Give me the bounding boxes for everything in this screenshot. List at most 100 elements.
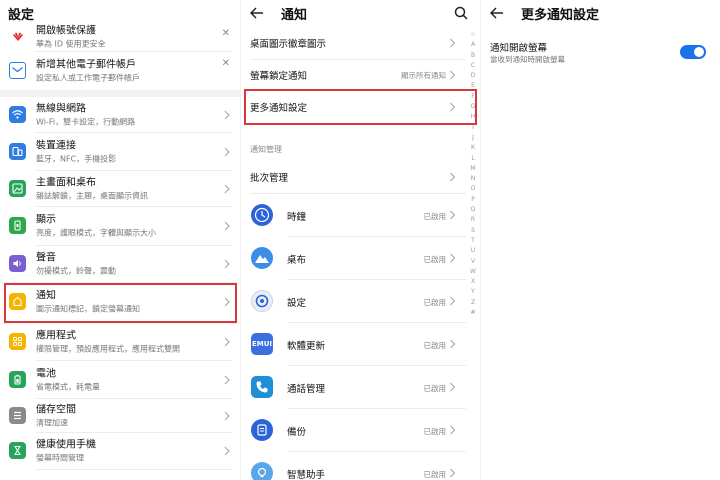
alphabet-index-letter[interactable]: C: [467, 61, 479, 71]
section-label: 通知管理: [250, 145, 282, 154]
settings-item-sub: 藍牙，NFC，手機投影: [36, 154, 117, 163]
settings-item-add-email[interactable]: 新增其他電子郵件帳戶 設定私人或工作電子郵件帳戶 ✕: [0, 52, 240, 90]
settings-item-device-connect[interactable]: 裝置連接 藍牙，NFC，手機投影: [0, 133, 240, 170]
chevron-right-icon: [224, 259, 230, 269]
settings-item-label: 無線與網路: [36, 103, 86, 114]
settings-item-label: 電池: [36, 368, 56, 379]
alphabet-index-letter[interactable]: Z: [467, 298, 479, 308]
settings-item-sub: 雜誌解鎖，主題，桌面顯示資訊: [36, 191, 148, 200]
close-icon[interactable]: ✕: [222, 58, 230, 69]
app-row-settings[interactable]: 設定 已啟用: [241, 280, 466, 323]
alphabet-index-letter[interactable]: M: [467, 164, 479, 174]
settings-item-huawei-account[interactable]: 開啟帳號保護 華為 ID 使用更安全 ✕: [0, 25, 240, 51]
page-title: 通知: [281, 7, 308, 23]
alphabet-index-letter[interactable]: I: [467, 123, 479, 133]
alphabet-index-letter[interactable]: N: [467, 174, 479, 184]
alphabet-index-letter[interactable]: O: [467, 184, 479, 194]
app-row-clock[interactable]: 時鐘 已啟用: [241, 194, 466, 237]
app-status: 已啟用: [423, 384, 447, 393]
battery-icon: [9, 371, 26, 388]
alphabet-index-letter[interactable]: H: [467, 112, 479, 122]
settings-item-sub: 華為 ID 使用更安全: [36, 39, 106, 48]
alphabet-index-letter[interactable]: E: [467, 81, 479, 91]
app-row-backup[interactable]: 備份 已啟用: [241, 409, 466, 452]
row-sub: 當收到通知時開啟螢幕: [490, 55, 565, 64]
settings-item-sub: 勿擾模式，鈴聲，震動: [36, 266, 116, 276]
app-status: 已啟用: [423, 341, 447, 350]
chevron-right-icon: [224, 147, 230, 156]
alphabet-index-letter[interactable]: ☆: [467, 30, 479, 40]
divider: [36, 469, 232, 470]
app-row-software-update[interactable]: EMUI 軟體更新 已啟用: [241, 323, 466, 366]
alphabet-index-letter[interactable]: W: [467, 267, 479, 277]
badge-icons-row[interactable]: 桌面圖示徽章圖示: [241, 28, 466, 58]
speaker-icon: [9, 255, 26, 272]
chevron-right-icon: [450, 38, 456, 48]
alphabet-index-letter[interactable]: G: [467, 102, 479, 112]
apps-grid-icon: [9, 333, 26, 350]
alphabet-index-letter[interactable]: X: [467, 277, 479, 287]
app-label: 時鐘: [287, 212, 307, 223]
lightbulb-icon: [251, 462, 273, 480]
settings-item-storage[interactable]: 儲存空間 清理加速: [0, 399, 240, 432]
app-status: 已啟用: [423, 298, 447, 307]
settings-item-home-wallpaper[interactable]: 主畫面和桌布 雜誌解鎖，主題，桌面顯示資訊: [0, 171, 240, 206]
alphabet-index-letter[interactable]: Y: [467, 287, 479, 297]
huawei-logo-icon: [9, 28, 26, 45]
alphabet-index-letter[interactable]: K: [467, 143, 479, 153]
settings-item-notifications[interactable]: 通知 圖示通知標記，鎖定螢幕通知: [0, 283, 240, 320]
close-icon[interactable]: ✕: [222, 28, 230, 39]
alphabet-index-letter[interactable]: Q: [467, 205, 479, 215]
settings-item-label: 通知: [36, 290, 56, 301]
alphabet-index-letter[interactable]: D: [467, 71, 479, 81]
back-arrow-icon[interactable]: [489, 5, 505, 21]
more-notification-settings-row[interactable]: 更多通知設定: [241, 92, 466, 122]
settings-item-apps[interactable]: 應用程式 權限管理，預設應用程式，應用程式雙開: [0, 324, 240, 360]
alphabet-index[interactable]: ☆ A B C D E F G H I J K L M N O P Q R S T U V W X Y Z #: [467, 30, 479, 318]
settings-item-sub: 亮度，護眼模式，字體與顯示大小: [36, 228, 156, 238]
wake-screen-toggle[interactable]: [680, 45, 706, 59]
alphabet-index-letter[interactable]: F: [467, 92, 479, 102]
alphabet-index-letter[interactable]: J: [467, 133, 479, 143]
search-icon[interactable]: [454, 5, 470, 21]
alphabet-index-letter[interactable]: S: [467, 226, 479, 236]
app-label: 軟體更新: [287, 341, 326, 352]
lock-screen-notifications-row[interactable]: 螢幕鎖定通知 顯示所有通知: [241, 60, 466, 90]
settings-item-sub: Wi-Fi，雙卡設定，行動網路: [36, 117, 136, 126]
alphabet-index-letter[interactable]: T: [467, 236, 479, 246]
batch-management-row[interactable]: 批次管理: [241, 162, 466, 192]
settings-item-battery[interactable]: 電池 省電模式，耗電量: [0, 361, 240, 398]
alphabet-index-letter[interactable]: R: [467, 215, 479, 225]
wifi-icon: [9, 106, 26, 123]
settings-item-sound[interactable]: 聲音 勿擾模式，鈴聲，震動: [0, 246, 240, 282]
notifications-panel: 通知 桌面圖示徽章圖示 螢幕鎖定通知 顯示所有通知 更多通知設定 通知管理 批次…: [241, 0, 480, 480]
app-row-wallpaper[interactable]: 桌布 已啟用: [241, 237, 466, 280]
more-notifications-header: 更多通知設定: [481, 0, 720, 26]
settings-item-label: 主畫面和桌布: [36, 177, 96, 188]
app-row-call-management[interactable]: 通話管理 已啟用: [241, 366, 466, 409]
alphabet-index-letter[interactable]: V: [467, 257, 479, 267]
settings-panel: 設定 開啟帳號保護 華為 ID 使用更安全 ✕ 新增其他電子郵件帳戶 設定私人或…: [0, 0, 240, 480]
alphabet-index-letter[interactable]: U: [467, 246, 479, 256]
alphabet-index-letter[interactable]: A: [467, 40, 479, 50]
settings-item-digital-balance[interactable]: 健康使用手機 螢幕時間管理: [0, 433, 240, 469]
alphabet-index-letter[interactable]: L: [467, 154, 479, 164]
chevron-right-icon: [224, 411, 230, 420]
backup-icon: [251, 419, 273, 441]
alphabet-index-letter[interactable]: B: [467, 51, 479, 61]
alphabet-index-letter[interactable]: P: [467, 195, 479, 205]
alphabet-index-letter[interactable]: #: [467, 308, 479, 318]
page-title: 設定: [8, 7, 35, 23]
settings-item-sub: 省電模式，耗電量: [36, 382, 100, 391]
settings-item-label: 儲存空間: [36, 404, 76, 415]
settings-item-display[interactable]: 顯示 亮度，護眼模式，字體與顯示大小: [0, 207, 240, 245]
back-arrow-icon[interactable]: [249, 5, 265, 21]
row-label: 批次管理: [250, 173, 289, 184]
notifications-header: 通知: [241, 0, 480, 26]
mountain-icon: [251, 247, 273, 269]
wake-screen-row[interactable]: 通知開啟螢幕 當收到通知時開啟螢幕: [481, 32, 720, 72]
app-row-smart-assistant[interactable]: 智慧助手 已啟用: [241, 452, 466, 480]
settings-item-wireless[interactable]: 無線與網路 Wi-Fi，雙卡設定，行動網路: [0, 97, 240, 132]
settings-item-sub: 圖示通知標記，鎖定螢幕通知: [36, 304, 140, 313]
gear-icon: [251, 290, 273, 312]
